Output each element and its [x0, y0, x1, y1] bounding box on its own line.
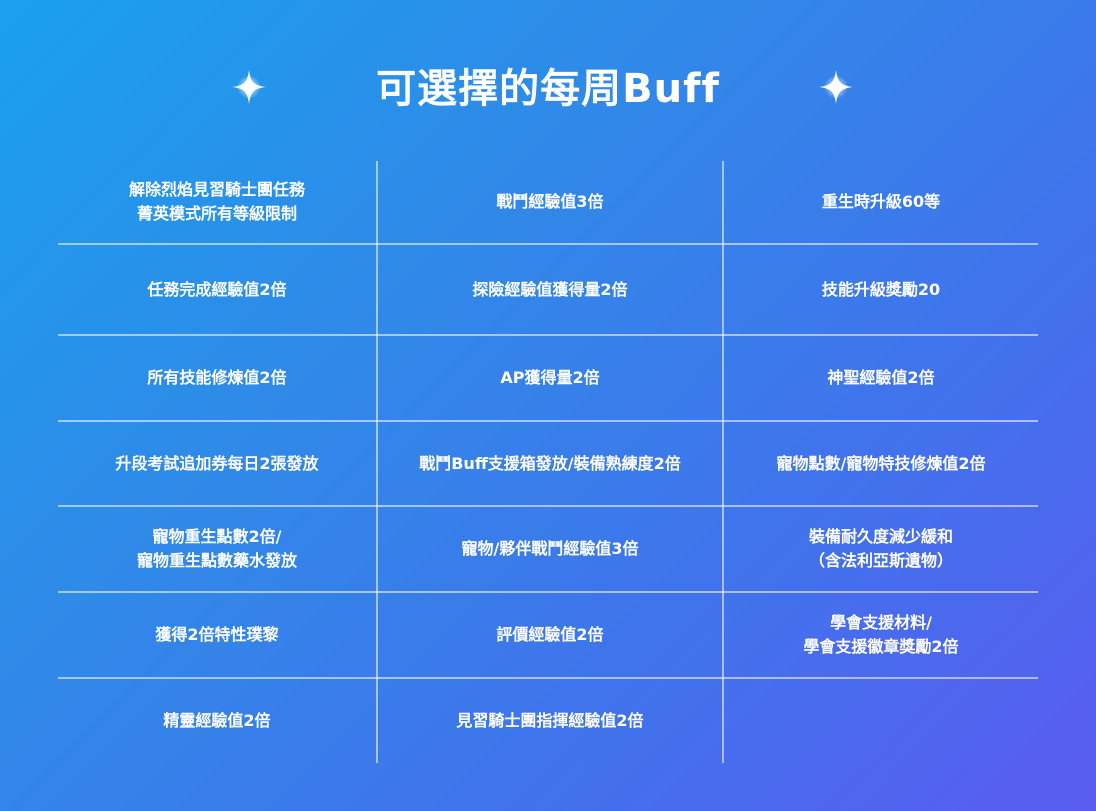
- buff-cell: 寵物/夥伴戰鬥經驗值3倍: [378, 507, 722, 591]
- buff-label: 獲得2倍特性璞黎: [155, 625, 279, 644]
- page-title: 可選擇的每周Buff: [376, 66, 720, 112]
- buff-label: 升段考試追加券每日2張發放: [115, 453, 319, 473]
- buff-label: 寵物點數/寵物特技修煉值2倍: [776, 453, 986, 473]
- buff-label: 寵物/夥伴戰鬥經驗值3倍: [461, 539, 639, 558]
- buff-label: AP獲得量2倍: [500, 368, 600, 387]
- buff-cell: 寵物重生點數2倍/ 寵物重生點數藥水發放: [58, 507, 376, 591]
- buff-cell: 戰鬥經驗值3倍: [378, 161, 722, 243]
- buff-cell: 升段考試追加券每日2張發放: [58, 422, 376, 505]
- buff-label: 裝備耐久度減少緩和 （含法利亞斯遺物）: [808, 527, 953, 570]
- buff-cell: 寵物點數/寵物特技修煉值2倍: [724, 422, 1038, 505]
- buff-label: 解除烈焰見習騎士團任務 菁英模式所有等級限制: [128, 180, 305, 223]
- buff-label: 戰鬥Buff支援箱發放/裝備熟練度2倍: [419, 453, 681, 473]
- buff-cell: AP獲得量2倍: [378, 336, 722, 420]
- buff-cell: 技能升級獎勵20: [724, 245, 1038, 334]
- buff-cell: 所有技能修煉值2倍: [58, 336, 376, 420]
- buff-label: 評價經驗值2倍: [496, 625, 604, 644]
- buff-cell: 任務完成經驗值2倍: [58, 245, 376, 334]
- buff-cell: 獲得2倍特性璞黎: [58, 593, 376, 677]
- buff-cell: 學會支援材料/ 學會支援徽章獎勵2倍: [724, 593, 1038, 677]
- buff-label: 神聖經驗值2倍: [827, 368, 935, 387]
- buff-cell: 精靈經驗值2倍: [58, 679, 376, 763]
- buff-cell: 重生時升級60等: [724, 161, 1038, 243]
- buff-label: 精靈經驗值2倍: [163, 711, 271, 730]
- sparkle-icon: [232, 70, 266, 104]
- buff-label: 見習騎士團指揮經驗值2倍: [456, 711, 644, 730]
- buff-label: 重生時升級60等: [821, 192, 941, 211]
- buff-label: 學會支援材料/ 學會支援徽章獎勵2倍: [803, 613, 959, 656]
- buff-cell: 神聖經驗值2倍: [724, 336, 1038, 420]
- buff-label: 寵物重生點數2倍/ 寵物重生點數藥水發放: [136, 527, 297, 570]
- buff-cell-empty: [724, 679, 1038, 763]
- buff-cell: 戰鬥Buff支援箱發放/裝備熟練度2倍: [378, 422, 722, 505]
- buff-cell: 解除烈焰見習騎士團任務 菁英模式所有等級限制: [58, 161, 376, 243]
- buff-cell: 探險經驗值獲得量2倍: [378, 245, 722, 334]
- buff-cell: 評價經驗值2倍: [378, 593, 722, 677]
- sparkle-icon: [819, 70, 853, 104]
- buff-cell: 裝備耐久度減少緩和 （含法利亞斯遺物）: [724, 507, 1038, 591]
- buff-cell: 見習騎士團指揮經驗值2倍: [378, 679, 722, 763]
- buff-panel: 可選擇的每周Buff 解除烈焰見習騎士團任務 菁英模式所有等級限制 戰鬥經驗值3…: [0, 0, 1096, 811]
- buff-label: 探險經驗值獲得量2倍: [472, 279, 628, 299]
- buff-label: 技能升級獎勵20: [821, 279, 941, 299]
- buff-label: 所有技能修煉值2倍: [147, 368, 287, 387]
- buff-label: 戰鬥經驗值3倍: [496, 192, 604, 211]
- buff-label: 任務完成經驗值2倍: [147, 279, 287, 299]
